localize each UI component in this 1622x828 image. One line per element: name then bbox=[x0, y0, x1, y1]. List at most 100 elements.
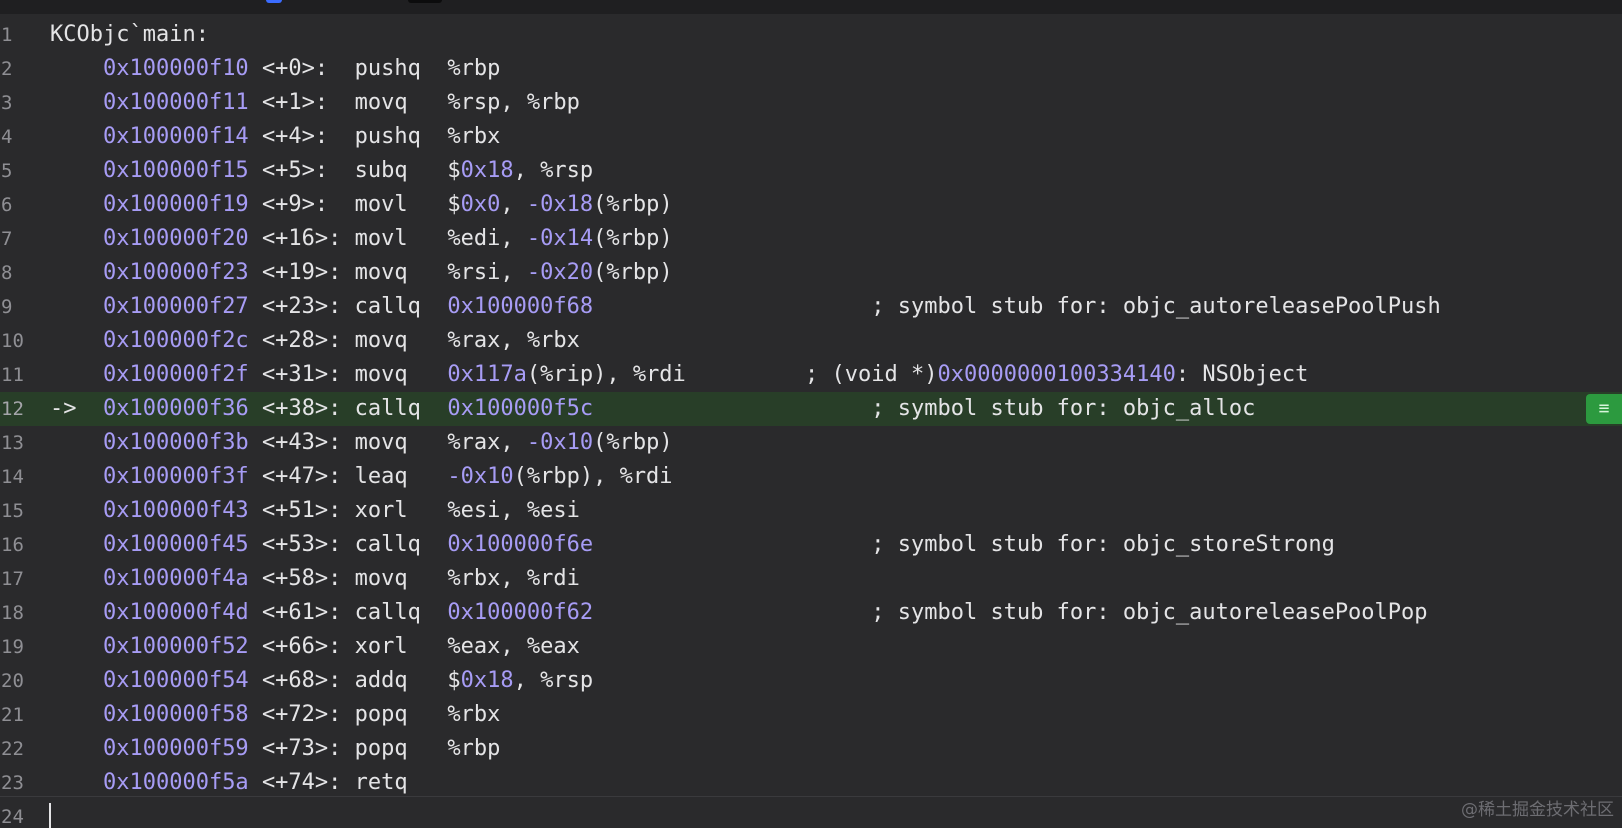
line-number[interactable]: 11 bbox=[0, 358, 41, 392]
code-line[interactable]: 7 0x100000f20 <+16>: movl %edi, -0x14(%r… bbox=[0, 222, 1622, 256]
instruction-address: 0x100000f58 bbox=[102, 702, 249, 727]
code-line[interactable]: 23 0x100000f5a <+74>: retq bbox=[0, 766, 1622, 800]
comment-text: ; symbol stub for: objc_storeStrong bbox=[871, 532, 1335, 557]
line-number[interactable]: 16 bbox=[0, 528, 41, 562]
hamburger-icon[interactable]: ≡ bbox=[1586, 394, 1622, 424]
comment-text: ; symbol stub for: objc_autoreleasePoolP… bbox=[871, 600, 1428, 625]
line-number[interactable]: 17 bbox=[0, 562, 41, 596]
code-line[interactable]: 16 0x100000f45 <+53>: callq 0x100000f6e … bbox=[0, 528, 1622, 562]
mnemonic: addq bbox=[354, 668, 448, 693]
code-line[interactable]: 21 0x100000f58 <+72>: popq %rbx bbox=[0, 698, 1622, 732]
mnemonic: movq bbox=[354, 328, 448, 353]
operand-text bbox=[593, 396, 871, 421]
operand-text: %rax, bbox=[447, 430, 527, 455]
code-text: 0x100000f3b <+43>: movq %rax, -0x10(%rbp… bbox=[50, 426, 673, 460]
instruction-address: 0x100000f43 bbox=[102, 498, 249, 523]
code-text: 0x100000f27 <+23>: callq 0x100000f68 ; s… bbox=[50, 290, 1441, 324]
code-text: 0x100000f45 <+53>: callq 0x100000f6e ; s… bbox=[50, 528, 1335, 562]
instruction-address: 0x100000f11 bbox=[102, 90, 249, 115]
operand-number: 0x0 bbox=[460, 192, 501, 217]
line-number[interactable]: 2 bbox=[0, 52, 41, 86]
instruction-offset: <+72>: bbox=[261, 702, 355, 727]
mnemonic: callq bbox=[354, 294, 448, 319]
disassembly-editor[interactable]: 1 KCObjc`main: 2 0x100000f10 <+0>: pushq %… bbox=[0, 18, 1622, 828]
code-line[interactable]: 20 0x100000f54 <+68>: addq $0x18, %rsp bbox=[0, 664, 1622, 698]
operand-number: -0x18 bbox=[526, 192, 594, 217]
mnemonic: pushq bbox=[354, 56, 448, 81]
operand-text: %rbx bbox=[447, 702, 501, 727]
line-number[interactable]: 7 bbox=[0, 222, 41, 256]
comment-address: 0x0000000100334140 bbox=[937, 362, 1176, 387]
operand-text: %rax, %rbx bbox=[447, 328, 580, 353]
code-line[interactable]: 4 0x100000f14 <+4>: pushq %rbx bbox=[0, 120, 1622, 154]
code-line[interactable]: 1 KCObjc`main: bbox=[0, 18, 1622, 52]
operand-text: %eax, %eax bbox=[447, 634, 580, 659]
operand-text: %rbx bbox=[447, 124, 501, 149]
line-number[interactable]: 4 bbox=[0, 120, 41, 154]
code-line[interactable]: 2 0x100000f10 <+0>: pushq %rbp bbox=[0, 52, 1622, 86]
line-number[interactable]: 5 bbox=[0, 154, 41, 188]
instruction-address: 0x100000f27 bbox=[102, 294, 249, 319]
operand-text: $ bbox=[447, 668, 461, 693]
line-number[interactable]: 3 bbox=[0, 86, 41, 120]
instruction-offset: <+19>: bbox=[261, 260, 355, 285]
code-line[interactable]: 11 0x100000f2f <+31>: movq 0x117a(%rip),… bbox=[0, 358, 1622, 392]
line-number[interactable]: 1 bbox=[0, 18, 41, 52]
code-text: KCObjc`main: bbox=[50, 18, 209, 52]
line-number[interactable]: 6 bbox=[0, 188, 41, 222]
line-number[interactable]: 14 bbox=[0, 460, 41, 494]
code-line[interactable]: 14 0x100000f3f <+47>: leaq -0x10(%rbp), … bbox=[0, 460, 1622, 494]
code-line[interactable]: 10 0x100000f2c <+28>: movq %rax, %rbx bbox=[0, 324, 1622, 358]
instruction-address: 0x100000f2f bbox=[102, 362, 249, 387]
code-text: 0x100000f20 <+16>: movl %edi, -0x14(%rbp… bbox=[50, 222, 673, 256]
operand-number: 0x100000f68 bbox=[447, 294, 594, 319]
line-number[interactable]: 21 bbox=[0, 698, 41, 732]
code-text: -> 0x100000f36 <+38>: callq 0x100000f5c … bbox=[50, 392, 1255, 426]
code-line[interactable]: 9 0x100000f27 <+23>: callq 0x100000f68 ;… bbox=[0, 290, 1622, 324]
code-line[interactable]: 8 0x100000f23 <+19>: movq %rsi, -0x20(%r… bbox=[0, 256, 1622, 290]
line-number[interactable]: 15 bbox=[0, 494, 41, 528]
line-number[interactable]: 10 bbox=[0, 324, 41, 358]
line-number[interactable]: 18 bbox=[0, 596, 41, 630]
line-number[interactable]: 20 bbox=[0, 664, 41, 698]
line-number[interactable]: 12 bbox=[0, 392, 41, 426]
instruction-address: 0x100000f19 bbox=[102, 192, 249, 217]
code-line-current[interactable]: 12 -> 0x100000f36 <+38>: callq 0x100000f5… bbox=[0, 392, 1622, 426]
code-line[interactable]: 24 bbox=[0, 800, 1622, 828]
line-number[interactable]: 19 bbox=[0, 630, 41, 664]
operand-text: (%rbp), %rdi bbox=[513, 464, 673, 489]
code-line[interactable]: 15 0x100000f43 <+51>: xorl %esi, %esi bbox=[0, 494, 1622, 528]
code-line[interactable]: 6 0x100000f19 <+9>: movl $0x0, -0x18(%rb… bbox=[0, 188, 1622, 222]
text-cursor bbox=[49, 803, 51, 828]
line-number[interactable]: 9 bbox=[0, 290, 41, 324]
mnemonic: callq bbox=[354, 532, 448, 557]
mnemonic: xorl bbox=[354, 498, 448, 523]
line-number[interactable]: 8 bbox=[0, 256, 41, 290]
code-text: 0x100000f10 <+0>: pushq %rbp bbox=[50, 52, 500, 86]
code-line[interactable]: 5 0x100000f15 <+5>: subq $0x18, %rsp bbox=[0, 154, 1622, 188]
instruction-address: 0x100000f14 bbox=[102, 124, 249, 149]
code-line[interactable]: 13 0x100000f3b <+43>: movq %rax, -0x10(%… bbox=[0, 426, 1622, 460]
line-number[interactable]: 13 bbox=[0, 426, 41, 460]
line-number[interactable]: 23 bbox=[0, 766, 41, 800]
code-line[interactable]: 17 0x100000f4a <+58>: movq %rbx, %rdi bbox=[0, 562, 1622, 596]
line-number[interactable]: 22 bbox=[0, 732, 41, 766]
code-line[interactable]: 22 0x100000f59 <+73>: popq %rbp bbox=[0, 732, 1622, 766]
code-line[interactable]: 3 0x100000f11 <+1>: movq %rsp, %rbp bbox=[0, 86, 1622, 120]
operand-text: %rsi, bbox=[447, 260, 527, 285]
line-number[interactable]: 24 bbox=[0, 800, 41, 828]
mnemonic: callq bbox=[354, 600, 448, 625]
operand-number: 0x18 bbox=[460, 668, 514, 693]
mnemonic: movq bbox=[354, 362, 448, 387]
operand-text: %rsp, %rbp bbox=[447, 90, 580, 115]
code-line[interactable]: 18 0x100000f4d <+61>: callq 0x100000f62 … bbox=[0, 596, 1622, 630]
code-line[interactable]: 19 0x100000f52 <+66>: xorl %eax, %eax bbox=[0, 630, 1622, 664]
code-text: 0x100000f23 <+19>: movq %rsi, -0x20(%rbp… bbox=[50, 256, 673, 290]
